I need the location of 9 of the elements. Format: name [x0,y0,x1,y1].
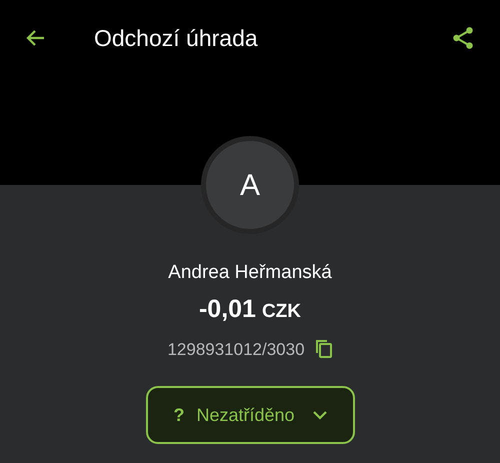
category-button[interactable]: ? Nezatříděno [146,386,354,444]
copy-icon[interactable] [314,339,333,360]
account-number: 1298931012/3030 [167,338,305,360]
amount: -0,01 [198,294,256,325]
payee-name: Andrea Heřmanská [168,261,332,285]
avatar: A [201,136,299,234]
currency: CZK [262,300,302,324]
screen-title: Odchozí úhrada [94,24,258,53]
chevron-down-icon [312,410,327,420]
